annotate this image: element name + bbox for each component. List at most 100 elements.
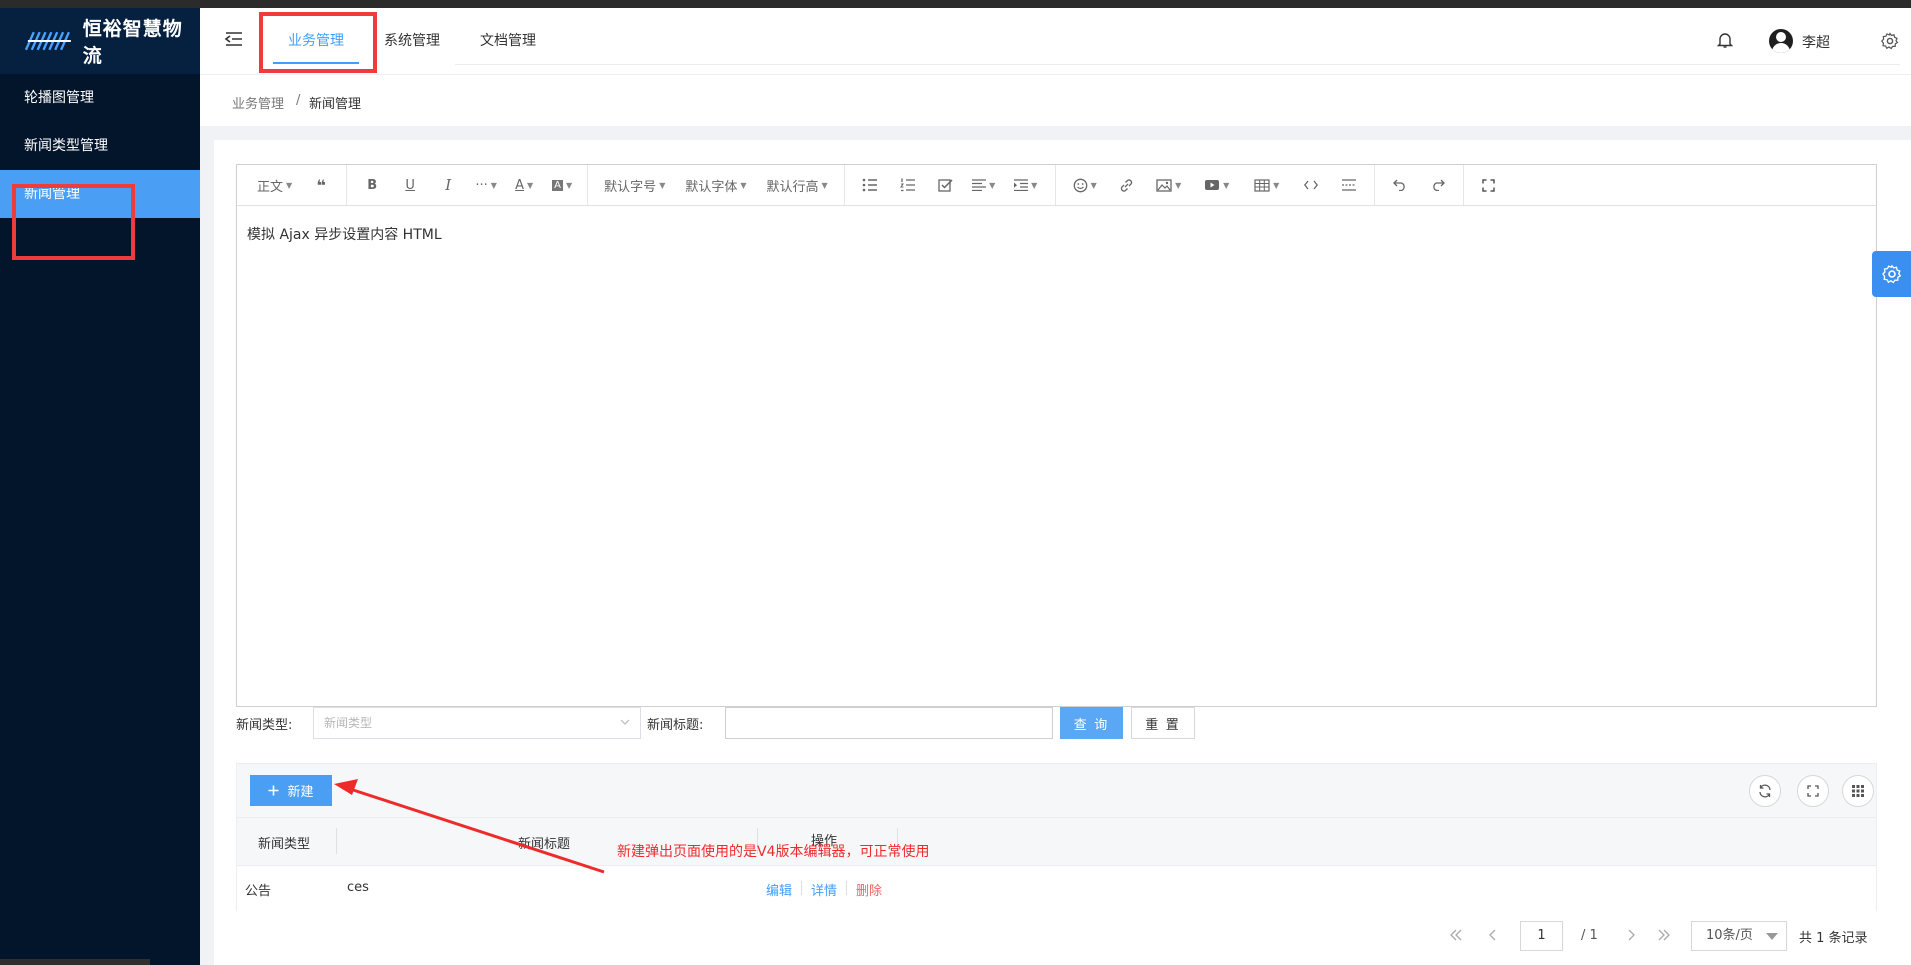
paragraph-select[interactable]: 正文 ▼ (247, 165, 302, 206)
menu-fold-icon[interactable] (224, 30, 244, 48)
rich-text-editor: 正文 ▼ ❝ B U I ··· ▼ A ▼ A ▼ 默认字号 ▼ 默认字体 ▼ 默认行高 ▼… (236, 164, 1877, 707)
link-icon[interactable] (1108, 165, 1146, 206)
avatar[interactable] (1769, 29, 1793, 53)
image-icon[interactable]: ▼ (1146, 165, 1192, 206)
theme-settings-button[interactable] (1872, 251, 1911, 297)
font-size-label: 默认字号 (604, 179, 657, 195)
news-title-input[interactable] (725, 707, 1053, 739)
toolbar-divider (346, 165, 348, 205)
refresh-button[interactable] (1749, 775, 1781, 807)
news-type-placeholder: 新闻类型 (324, 716, 373, 730)
numbered-list-icon[interactable] (889, 165, 927, 206)
paragraph-label: 正文 (257, 179, 284, 195)
font-family-select[interactable]: 默认字体 ▼ (675, 165, 756, 206)
sidebar-item-news-type[interactable]: 新闻类型管理 (0, 122, 200, 170)
table-row: 公告 ces 编辑 详情 删除 (237, 865, 1876, 911)
code-icon[interactable] (1292, 165, 1330, 206)
bell-icon[interactable] (1717, 31, 1733, 49)
breadcrumb-parent[interactable]: 业务管理 (232, 93, 284, 112)
edit-link[interactable]: 编辑 (766, 880, 792, 899)
brand-logo-mark-icon (24, 31, 71, 51)
total-records: 共 1 条记录 (1799, 931, 1868, 946)
settings-icon[interactable] (1881, 32, 1899, 50)
toolbar-divider (1373, 165, 1375, 205)
username[interactable]: 李超 (1802, 32, 1830, 52)
editor-toolbar: 正文 ▼ ❝ B U I ··· ▼ A ▼ A ▼ 默认字号 ▼ 默认字体 ▼ 默认行高 ▼… (237, 165, 1876, 206)
delete-link[interactable]: 删除 (856, 880, 882, 899)
redo-icon[interactable] (1419, 165, 1457, 206)
status-bar-fragment (0, 959, 150, 965)
page-size-select[interactable]: 10条/页 (1691, 921, 1787, 951)
prev-page-icon[interactable] (1486, 928, 1500, 942)
font-color-icon[interactable]: A ▼ (505, 165, 543, 206)
bg-color-icon[interactable]: A ▼ (543, 165, 581, 206)
more-style-icon[interactable]: ··· ▼ (467, 165, 505, 206)
tab-system[interactable]: 系统管理 (384, 8, 440, 74)
cell-news-title: ces (347, 880, 369, 895)
next-page-icon[interactable] (1624, 928, 1638, 942)
detail-link[interactable]: 详情 (811, 880, 837, 899)
chevron-down-icon (620, 719, 630, 725)
line-height-label: 默认行高 (766, 179, 819, 195)
add-news-label: 新建 (287, 784, 314, 799)
breadcrumb-separator: / (296, 93, 301, 108)
column-header-type: 新闻类型 (258, 837, 311, 852)
plus-icon (268, 785, 279, 796)
table-icon[interactable]: ▼ (1242, 165, 1292, 206)
undo-icon[interactable] (1381, 165, 1419, 206)
underline-icon[interactable]: U (391, 165, 429, 206)
quote-icon[interactable]: ❝ (302, 165, 340, 206)
window-top-strip (0, 0, 1911, 8)
indent-icon[interactable]: ▼ (1003, 165, 1049, 206)
column-settings-button[interactable] (1842, 775, 1874, 807)
page-number-input[interactable]: 1 (1520, 921, 1563, 951)
font-size-select[interactable]: 默认字号 ▼ (594, 165, 675, 206)
add-news-button[interactable]: 新建 (250, 775, 332, 806)
align-icon[interactable]: ▼ (965, 165, 1003, 206)
column-header-title: 新闻标题 (518, 837, 571, 852)
reset-button[interactable]: 重 置 (1131, 707, 1195, 739)
breadcrumb: 业务管理 / 新闻管理 (200, 74, 1911, 126)
breadcrumb-current: 新闻管理 (309, 97, 362, 112)
refresh-icon (1759, 784, 1771, 798)
toolbar-divider (1462, 165, 1464, 205)
toolbar-divider (1054, 165, 1056, 205)
grid-icon (1852, 785, 1864, 797)
header-divider (455, 64, 1900, 65)
fullscreen-icon[interactable] (1470, 165, 1508, 206)
font-family-label: 默认字体 (685, 179, 738, 195)
emoji-icon[interactable]: ▼ (1062, 165, 1108, 206)
action-divider (846, 881, 847, 895)
table-header: 新闻类型 新闻标题 操作 (237, 817, 1876, 865)
top-header: 业务管理 系统管理 文档管理 李超 (200, 8, 1911, 74)
brand-name: 恒裕智慧物流 (82, 18, 183, 67)
line-height-select[interactable]: 默认行高 ▼ (757, 165, 838, 206)
editor-content[interactable]: 模拟 Ajax 异步设置内容 HTML (237, 206, 1876, 262)
divider-icon[interactable] (1330, 165, 1368, 206)
cell-news-type: 公告 (245, 884, 272, 899)
sidebar-item-carousel[interactable]: 轮播图管理 (0, 74, 200, 122)
bulleted-list-icon[interactable] (851, 165, 889, 206)
news-type-label: 新闻类型: (236, 718, 293, 733)
query-button[interactable]: 查 询 (1060, 707, 1123, 739)
todo-list-icon[interactable] (927, 165, 965, 206)
table-fullscreen-button[interactable] (1797, 775, 1829, 807)
column-divider (336, 828, 337, 854)
video-icon[interactable]: ▼ (1192, 165, 1242, 206)
highlight-box-sidebar (12, 184, 135, 260)
table-toolbar: 新建 (237, 764, 1876, 817)
caret-down-icon (1766, 933, 1778, 940)
toolbar-divider (843, 165, 845, 205)
italic-icon[interactable]: I (429, 165, 467, 206)
fullscreen-icon (1807, 785, 1819, 797)
bold-icon[interactable]: B (353, 165, 391, 206)
news-title-label: 新闻标题: (647, 718, 704, 733)
first-page-icon[interactable] (1449, 928, 1463, 942)
sidebar: 恒裕智慧物流 轮播图管理 新闻类型管理 新闻管理 (0, 8, 200, 965)
annotation-note: 新建弹出页面使用的是V4版本编辑器，可正常使用 (617, 844, 930, 860)
brand-logo[interactable]: 恒裕智慧物流 (0, 8, 200, 74)
last-page-icon[interactable] (1657, 928, 1671, 942)
news-table-panel: 新建 新闻类型 新闻标题 操作 公告 ces 编辑 详情 删除 (236, 763, 1877, 911)
news-type-select[interactable]: 新闻类型 (313, 707, 641, 739)
highlight-box-tab (259, 12, 377, 73)
